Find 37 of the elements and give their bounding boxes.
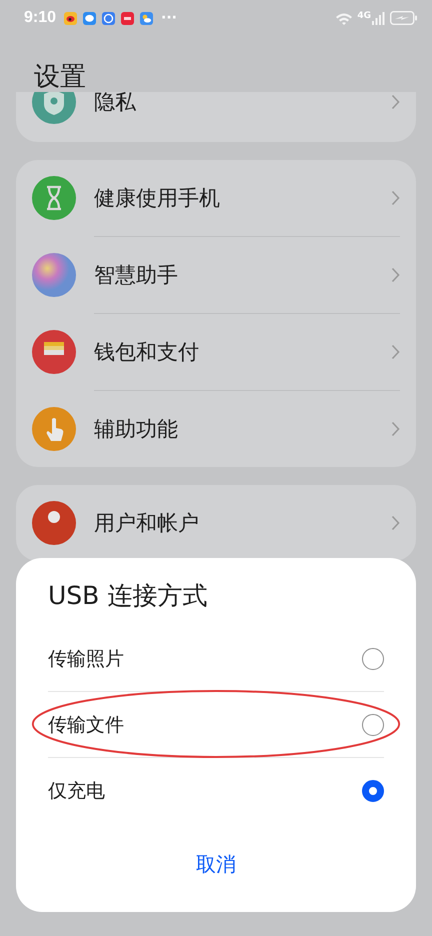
notification-icon [102,12,116,24]
radio-button[interactable] [362,648,384,670]
chevron-icon [391,267,400,283]
settings-item[interactable]: 隐私 [32,92,400,140]
hourglass-icon [32,176,76,220]
status-time: 9:10 [24,9,56,27]
cancel-button[interactable]: 取消 [176,845,256,884]
gradient-orb-icon [32,253,76,297]
notification-icon [121,12,134,24]
sheet-title: USB 连接方式 [47,580,208,612]
settings-item[interactable]: 用户和帐户 [32,485,400,561]
person-icon [32,501,76,545]
signal-icon [372,12,386,24]
hand-tap-icon [32,407,76,451]
chevron-icon [391,94,400,110]
wifi-icon [335,12,354,24]
option-item[interactable]: 仅充电 [32,758,400,823]
radio-button[interactable] [362,714,384,736]
settings-item[interactable]: 健康使用手机 [32,160,400,236]
more-notifications: ··· [161,10,177,26]
settings-item[interactable]: 钱包和支付 [32,314,400,390]
battery-icon [390,11,418,25]
notification-icon [83,12,96,24]
chevron-icon [391,344,400,360]
chevron-icon [391,190,400,206]
network-type: 4G [357,11,371,21]
settings-item[interactable]: 辅助功能 [32,391,400,467]
radio-button[interactable] [362,780,384,802]
option-item[interactable]: 传输照片 [32,626,400,691]
settings-item[interactable]: 智慧助手 [32,237,400,313]
notification-icon [64,12,78,24]
chevron-icon [391,515,400,531]
page-title: 设置 [33,61,87,92]
chevron-icon [391,421,400,437]
option-item[interactable]: 传输文件 [32,692,400,757]
wallet-card-icon [32,330,76,374]
notification-icon [140,12,154,24]
